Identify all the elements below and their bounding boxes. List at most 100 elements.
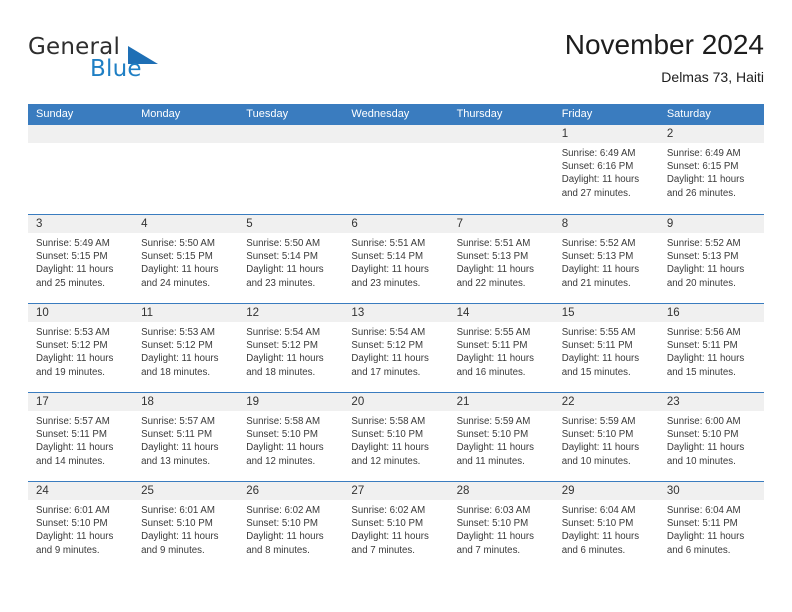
day-number: 2 xyxy=(658,125,764,143)
sunrise-time: Sunrise: 5:54 AM xyxy=(351,327,426,338)
calendar-day-cell[interactable]: 26 Sunrise: 6:02 AM Sunset: 5:10 PM Dayligh… xyxy=(238,482,344,570)
calendar-day-cell[interactable]: 15 Sunrise: 5:55 AM Sunset: 5:11 PM Dayligh… xyxy=(553,304,659,392)
day-sun-info: Sunrise: 6:49 AM Sunset: 6:15 PM Daylight:… xyxy=(659,143,764,200)
calendar-day-cell[interactable]: 27 Sunrise: 6:02 AM Sunset: 5:10 PM Dayligh… xyxy=(343,482,449,570)
day-number xyxy=(343,125,449,143)
day-sun-info: Sunrise: 6:02 AM Sunset: 5:10 PM Daylight:… xyxy=(343,500,448,557)
weekday-header-monday: Monday xyxy=(141,108,181,120)
calendar-day-cell-empty xyxy=(238,125,344,214)
day-sun-info: Sunrise: 5:58 AM Sunset: 5:10 PM Daylight:… xyxy=(238,411,343,468)
sunrise-time: Sunrise: 5:53 AM xyxy=(141,327,215,338)
sunset-time: Sunset: 5:10 PM xyxy=(456,429,529,441)
sunset-time: Sunset: 5:14 PM xyxy=(351,251,424,263)
daylight-duration-line2: and 9 minutes. xyxy=(36,544,100,556)
weekday-header-sunday: Sunday xyxy=(36,108,74,120)
calendar-day-cell[interactable]: 16 Sunrise: 5:56 AM Sunset: 5:11 PM Dayligh… xyxy=(658,304,764,392)
daylight-duration-line2: and 7 minutes. xyxy=(351,544,415,556)
calendar-day-cell[interactable]: 7 Sunrise: 5:51 AM Sunset: 5:13 PM Daylight… xyxy=(448,215,554,303)
daylight-duration-line2: and 9 minutes. xyxy=(141,544,205,556)
calendar-day-cell[interactable]: 6 Sunrise: 5:51 AM Sunset: 5:14 PM Daylight… xyxy=(343,215,449,303)
calendar-week-row: 10 Sunrise: 5:53 AM Sunset: 5:12 PM Dayligh… xyxy=(28,303,764,392)
day-number: 15 xyxy=(553,304,659,322)
calendar-day-cell[interactable]: 9 Sunrise: 5:52 AM Sunset: 5:13 PM Daylight… xyxy=(658,215,764,303)
brand-logo[interactable]: General Blue xyxy=(28,34,238,90)
weekday-header-friday: Friday xyxy=(561,108,593,120)
calendar-day-cell[interactable]: 18 Sunrise: 5:57 AM Sunset: 5:11 PM Dayligh… xyxy=(133,393,239,481)
daylight-duration-line1: Daylight: 11 hours xyxy=(351,264,429,276)
day-number: 21 xyxy=(448,393,554,411)
sunrise-time: Sunrise: 5:52 AM xyxy=(561,238,636,249)
calendar-day-cell[interactable]: 8 Sunrise: 5:52 AM Sunset: 5:13 PM Daylight… xyxy=(553,215,659,303)
sunrise-time: Sunrise: 5:57 AM xyxy=(141,416,215,427)
sunset-time: Sunset: 5:11 PM xyxy=(561,340,633,352)
day-sun-info: Sunrise: 6:01 AM Sunset: 5:10 PM Daylight:… xyxy=(28,500,133,557)
sunset-time: Sunset: 6:16 PM xyxy=(561,161,634,173)
sunrise-time: Sunrise: 5:58 AM xyxy=(246,416,321,427)
calendar-day-cell[interactable]: 5 Sunrise: 5:50 AM Sunset: 5:14 PM Daylight… xyxy=(238,215,344,303)
calendar-day-cell[interactable]: 25 Sunrise: 6:01 AM Sunset: 5:10 PM Dayligh… xyxy=(133,482,239,570)
calendar-day-cell[interactable]: 13 Sunrise: 5:54 AM Sunset: 5:12 PM Dayligh… xyxy=(343,304,449,392)
calendar-day-cell[interactable]: 3 Sunrise: 5:49 AM Sunset: 5:15 PM Daylight… xyxy=(28,215,134,303)
calendar-week-row: 17 Sunrise: 5:57 AM Sunset: 5:11 PM Dayligh… xyxy=(28,392,764,481)
calendar-day-cell[interactable]: 22 Sunrise: 5:59 AM Sunset: 5:10 PM Dayligh… xyxy=(553,393,659,481)
daylight-duration-line1: Daylight: 11 hours xyxy=(561,264,640,276)
calendar-day-cell[interactable]: 1 Sunrise: 6:49 AM Sunset: 6:16 PM Daylight… xyxy=(553,125,659,214)
sunset-time: Sunset: 5:11 PM xyxy=(456,340,528,352)
page-subtitle: Delmas 73, Haiti xyxy=(661,69,764,85)
sunrise-time: Sunrise: 5:56 AM xyxy=(666,327,741,338)
daylight-duration-line2: and 18 minutes. xyxy=(141,366,211,378)
calendar-day-cell-empty xyxy=(343,125,449,214)
sunset-time: Sunset: 5:10 PM xyxy=(351,518,424,530)
calendar-day-cell[interactable]: 24 Sunrise: 6:01 AM Sunset: 5:10 PM Dayligh… xyxy=(28,482,134,570)
sunset-time: Sunset: 5:10 PM xyxy=(246,518,318,530)
calendar-day-cell[interactable]: 20 Sunrise: 5:58 AM Sunset: 5:10 PM Dayligh… xyxy=(343,393,449,481)
daylight-duration-line1: Daylight: 11 hours xyxy=(246,531,324,543)
day-number: 25 xyxy=(133,482,239,500)
sunset-time: Sunset: 5:13 PM xyxy=(561,251,634,263)
calendar-day-cell-empty xyxy=(448,125,554,214)
day-number: 6 xyxy=(343,215,449,233)
calendar-day-cell[interactable]: 11 Sunrise: 5:53 AM Sunset: 5:12 PM Dayligh… xyxy=(133,304,239,392)
day-number xyxy=(28,125,134,143)
day-sun-info: Sunrise: 6:04 AM Sunset: 5:10 PM Daylight:… xyxy=(554,500,659,557)
calendar-day-cell[interactable]: 29 Sunrise: 6:04 AM Sunset: 5:10 PM Dayligh… xyxy=(553,482,659,570)
sunset-time: Sunset: 5:10 PM xyxy=(561,518,634,530)
sunset-time: Sunset: 5:14 PM xyxy=(246,251,318,263)
calendar-day-cell[interactable]: 28 Sunrise: 6:03 AM Sunset: 5:10 PM Dayligh… xyxy=(448,482,554,570)
calendar-day-cell[interactable]: 12 Sunrise: 5:54 AM Sunset: 5:12 PM Dayligh… xyxy=(238,304,344,392)
calendar-day-cell[interactable]: 4 Sunrise: 5:50 AM Sunset: 5:15 PM Daylight… xyxy=(133,215,239,303)
calendar-day-cell[interactable]: 17 Sunrise: 5:57 AM Sunset: 5:11 PM Dayligh… xyxy=(28,393,134,481)
daylight-duration-line1: Daylight: 11 hours xyxy=(141,531,219,543)
daylight-duration-line1: Daylight: 11 hours xyxy=(666,531,745,543)
sunset-time: Sunset: 5:10 PM xyxy=(561,429,634,441)
sunrise-time: Sunrise: 6:01 AM xyxy=(36,505,110,516)
brand-name-blue: Blue xyxy=(90,56,142,82)
day-number: 5 xyxy=(238,215,344,233)
daylight-duration-line1: Daylight: 11 hours xyxy=(561,531,640,543)
calendar-day-cell[interactable]: 19 Sunrise: 5:58 AM Sunset: 5:10 PM Dayligh… xyxy=(238,393,344,481)
day-sun-info: Sunrise: 5:51 AM Sunset: 5:13 PM Daylight:… xyxy=(449,233,554,290)
calendar-day-cell[interactable]: 30 Sunrise: 6:04 AM Sunset: 5:11 PM Dayligh… xyxy=(658,482,764,570)
sunset-time: Sunset: 5:10 PM xyxy=(141,518,213,530)
day-number: 30 xyxy=(658,482,764,500)
calendar-day-cell[interactable]: 2 Sunrise: 6:49 AM Sunset: 6:15 PM Daylight… xyxy=(658,125,764,214)
calendar-day-cell[interactable]: 23 Sunrise: 6:00 AM Sunset: 5:10 PM Dayligh… xyxy=(658,393,764,481)
calendar-day-cell[interactable]: 14 Sunrise: 5:55 AM Sunset: 5:11 PM Dayligh… xyxy=(448,304,554,392)
daylight-duration-line1: Daylight: 11 hours xyxy=(141,442,219,454)
day-sun-info: Sunrise: 6:02 AM Sunset: 5:10 PM Daylight:… xyxy=(238,500,343,557)
daylight-duration-line1: Daylight: 11 hours xyxy=(36,264,114,276)
sunrise-time: Sunrise: 5:59 AM xyxy=(456,416,531,427)
sunset-time: Sunset: 5:10 PM xyxy=(666,429,739,441)
sunrise-time: Sunrise: 5:55 AM xyxy=(561,327,636,338)
day-sun-info: Sunrise: 5:57 AM Sunset: 5:11 PM Daylight:… xyxy=(133,411,238,468)
weekday-header-wednesday: Wednesday xyxy=(351,108,410,120)
weekday-header-saturday: Saturday xyxy=(666,108,711,120)
calendar-day-cell[interactable]: 21 Sunrise: 5:59 AM Sunset: 5:10 PM Dayligh… xyxy=(448,393,554,481)
sunrise-time: Sunrise: 5:52 AM xyxy=(666,238,741,249)
sunset-time: Sunset: 5:11 PM xyxy=(666,340,738,352)
daylight-duration-line2: and 21 minutes. xyxy=(561,277,631,289)
daylight-duration-line1: Daylight: 11 hours xyxy=(561,442,640,454)
daylight-duration-line2: and 10 minutes. xyxy=(666,455,736,467)
calendar-day-cell[interactable]: 10 Sunrise: 5:53 AM Sunset: 5:12 PM Dayligh… xyxy=(28,304,134,392)
daylight-duration-line1: Daylight: 11 hours xyxy=(351,442,429,454)
